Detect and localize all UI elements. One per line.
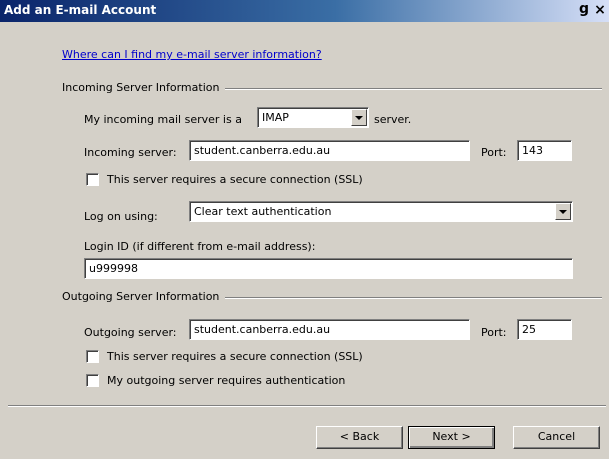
- incoming-server-label: Incoming server:: [84, 146, 177, 159]
- button-separator: [8, 405, 606, 407]
- incoming-group-label: Incoming Server Information: [62, 81, 226, 94]
- chevron-down-icon[interactable]: [351, 109, 367, 126]
- outgoing-ssl-label: This server requires a secure connection…: [107, 350, 363, 363]
- cancel-button[interactable]: Cancel: [513, 426, 600, 449]
- chevron-down-icon[interactable]: [555, 203, 571, 220]
- close-button[interactable]: ×: [593, 3, 607, 17]
- incoming-port-label: Port:: [481, 146, 507, 159]
- server-type-prefix: My incoming mail server is a: [84, 113, 242, 126]
- incoming-ssl-checkbox[interactable]: [86, 173, 99, 186]
- incoming-server-input[interactable]: student.canberra.edu.au: [189, 140, 470, 161]
- outgoing-server-label: Outgoing server:: [84, 326, 177, 339]
- outgoing-port-input[interactable]: 25: [517, 319, 572, 340]
- outgoing-port-label: Port:: [481, 326, 507, 339]
- window-title: Add an E-mail Account: [4, 3, 157, 17]
- server-info-help-link[interactable]: Where can I find my e-mail server inform…: [62, 48, 322, 61]
- logon-using-label: Log on using:: [84, 210, 158, 223]
- outgoing-server-input[interactable]: student.canberra.edu.au: [189, 319, 470, 340]
- incoming-port-input[interactable]: 143: [517, 140, 572, 161]
- outgoing-auth-checkbox[interactable]: [86, 374, 99, 387]
- title-fragment: g: [578, 1, 589, 17]
- next-button[interactable]: Next >: [408, 426, 495, 449]
- back-button[interactable]: < Back: [316, 426, 403, 449]
- logon-method-select[interactable]: Clear text authentication: [189, 201, 573, 222]
- outgoing-ssl-checkbox[interactable]: [86, 350, 99, 363]
- login-id-input[interactable]: u999998: [84, 258, 573, 279]
- login-id-label: Login ID (if different from e-mail addre…: [84, 240, 316, 253]
- server-type-select[interactable]: IMAP: [257, 107, 369, 128]
- server-type-suffix: server.: [374, 113, 412, 126]
- outgoing-group-label: Outgoing Server Information: [62, 290, 226, 303]
- incoming-ssl-label: This server requires a secure connection…: [107, 173, 363, 186]
- outgoing-auth-label: My outgoing server requires authenticati…: [107, 374, 346, 387]
- server-type-value: IMAP: [262, 111, 289, 124]
- logon-method-value: Clear text authentication: [194, 205, 332, 218]
